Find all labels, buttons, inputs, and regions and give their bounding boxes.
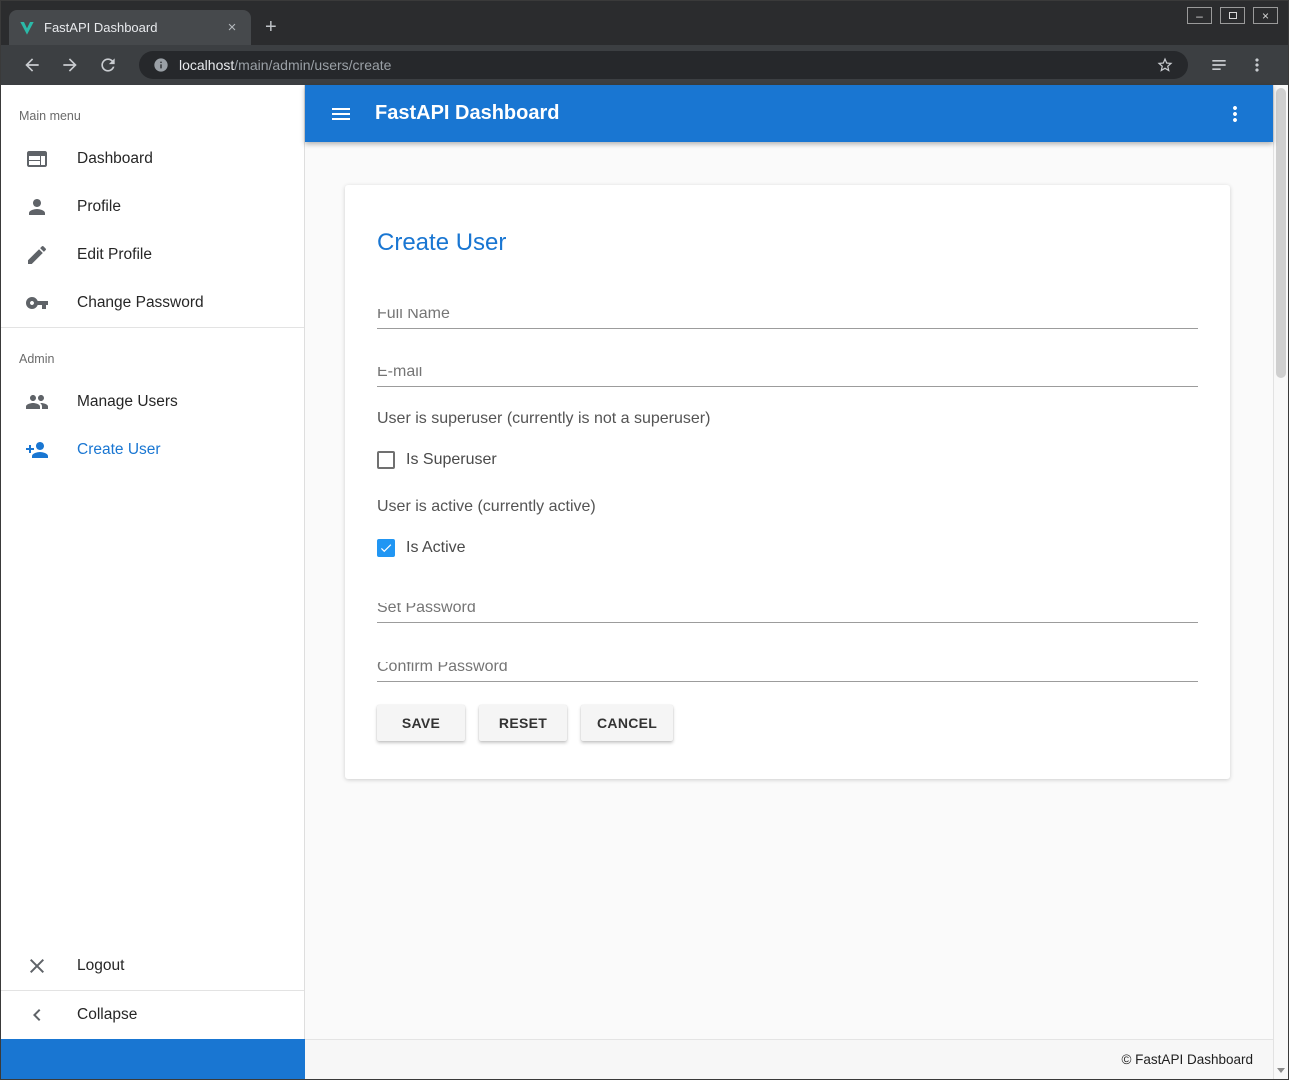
- scrollbar-thumb[interactable]: [1276, 88, 1286, 378]
- person-add-icon: [25, 438, 49, 462]
- sidebar-item-logout[interactable]: Logout: [1, 942, 304, 990]
- page-body: Main menu Dashboard Profile: [1, 85, 1288, 1079]
- key-icon: [25, 291, 49, 315]
- superuser-checkbox[interactable]: [377, 451, 395, 469]
- dashboard-icon: [25, 147, 49, 171]
- url-path: /main/admin/users/create: [234, 57, 391, 73]
- page-footer: © FastAPI Dashboard: [305, 1039, 1273, 1079]
- sidebar-item-label: Collapse: [77, 1006, 137, 1024]
- sidebar-item-edit-profile[interactable]: Edit Profile: [1, 231, 304, 279]
- active-hint: User is active (currently active): [377, 497, 1198, 516]
- sidebar-item-change-password[interactable]: Change Password: [1, 279, 304, 327]
- maximize-icon: [1229, 12, 1237, 19]
- cancel-button[interactable]: CANCEL: [581, 705, 673, 741]
- sidebar-item-dashboard[interactable]: Dashboard: [1, 135, 304, 183]
- active-checkbox[interactable]: [377, 539, 395, 557]
- vuetify-logo-icon: [19, 20, 35, 36]
- forward-icon[interactable]: [60, 55, 80, 75]
- close-x-icon: [25, 954, 49, 978]
- chevron-left-icon: [25, 1003, 49, 1027]
- reading-list-icon[interactable]: [1209, 55, 1229, 75]
- sidebar-item-label: Create User: [77, 441, 161, 459]
- sidebar: Main menu Dashboard Profile: [1, 85, 305, 1039]
- superuser-checkbox-row[interactable]: Is Superuser: [377, 451, 1198, 469]
- sidebar-item-label: Profile: [77, 198, 121, 216]
- full-name-input[interactable]: [377, 309, 1198, 329]
- sidebar-column: Main menu Dashboard Profile: [1, 85, 305, 1079]
- save-button[interactable]: SAVE: [377, 705, 465, 741]
- sidebar-item-label: Manage Users: [77, 393, 178, 411]
- main-column: FastAPI Dashboard Create User User is su…: [305, 85, 1273, 1079]
- minimize-icon: –: [1196, 10, 1203, 22]
- people-icon: [25, 390, 49, 414]
- sidebar-item-label: Edit Profile: [77, 246, 152, 264]
- tab-close-icon[interactable]: ×: [223, 19, 241, 37]
- superuser-hint: User is superuser (currently is not a su…: [377, 409, 1198, 428]
- sidebar-item-label: Change Password: [77, 294, 204, 312]
- browser-navbar: localhost/main/admin/users/create: [1, 45, 1288, 85]
- create-user-card: Create User User is superuser (currently…: [345, 185, 1230, 779]
- pencil-icon: [25, 243, 49, 267]
- sidebar-section-main-menu: Main menu: [1, 85, 304, 135]
- active-checkbox-row[interactable]: Is Active: [377, 539, 1198, 557]
- sidebar-footer-strip: [1, 1039, 305, 1079]
- page-info-icon[interactable]: [153, 57, 169, 73]
- sidebar-item-create-user[interactable]: Create User: [1, 426, 304, 474]
- confirm-password-input[interactable]: [377, 662, 1198, 682]
- active-checkbox-label: Is Active: [406, 539, 466, 557]
- window-maximize-button[interactable]: [1220, 7, 1245, 24]
- address-bar[interactable]: localhost/main/admin/users/create: [139, 51, 1188, 79]
- sidebar-item-collapse[interactable]: Collapse: [1, 991, 304, 1039]
- close-icon: ×: [1262, 10, 1269, 22]
- main-content: Create User User is superuser (currently…: [305, 142, 1273, 1039]
- sidebar-item-profile[interactable]: Profile: [1, 183, 304, 231]
- kebab-menu-icon[interactable]: [1223, 102, 1247, 126]
- form-actions: SAVE RESET CANCEL: [377, 705, 1198, 741]
- set-password-input[interactable]: [377, 603, 1198, 623]
- hamburger-menu-icon[interactable]: [329, 102, 353, 126]
- tab-title: FastAPI Dashboard: [44, 20, 223, 35]
- browser-tab[interactable]: FastAPI Dashboard ×: [9, 10, 251, 45]
- check-icon: [379, 541, 393, 555]
- sidebar-item-label: Dashboard: [77, 150, 153, 168]
- sidebar-section-admin: Admin: [1, 328, 304, 378]
- reset-button[interactable]: RESET: [479, 705, 567, 741]
- page-title: Create User: [377, 229, 1198, 257]
- copyright-text: © FastAPI Dashboard: [1121, 1052, 1253, 1067]
- back-icon[interactable]: [22, 55, 42, 75]
- browser-titlebar: FastAPI Dashboard × + – ×: [1, 1, 1288, 45]
- bookmark-star-icon[interactable]: [1156, 56, 1174, 74]
- window-close-button[interactable]: ×: [1253, 7, 1278, 24]
- person-icon: [25, 195, 49, 219]
- new-tab-button[interactable]: +: [265, 17, 277, 37]
- window-controls: – ×: [1179, 7, 1278, 24]
- superuser-checkbox-label: Is Superuser: [406, 451, 497, 469]
- browser-menu-icon[interactable]: [1247, 55, 1267, 75]
- appbar: FastAPI Dashboard: [305, 85, 1273, 142]
- appbar-title: FastAPI Dashboard: [375, 102, 1223, 125]
- sidebar-item-manage-users[interactable]: Manage Users: [1, 378, 304, 426]
- reload-icon[interactable]: [98, 55, 118, 75]
- window-minimize-button[interactable]: –: [1187, 7, 1212, 24]
- sidebar-spacer: [1, 474, 304, 942]
- email-input[interactable]: [377, 367, 1198, 387]
- url-host: localhost: [179, 57, 234, 73]
- sidebar-item-label: Logout: [77, 957, 124, 975]
- scrollbar[interactable]: [1273, 85, 1288, 1079]
- scrollbar-down-arrow-icon[interactable]: [1277, 1068, 1285, 1073]
- browser-window: FastAPI Dashboard × + – × localhost/main…: [0, 0, 1289, 1080]
